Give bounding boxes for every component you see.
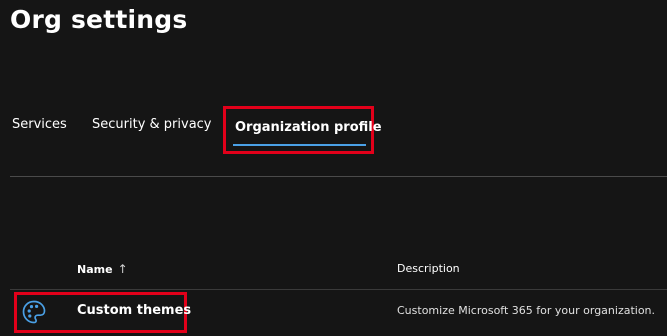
- tab-security-privacy[interactable]: Security & privacy: [92, 106, 212, 154]
- tab-organization-profile[interactable]: Organization profile: [223, 106, 382, 154]
- column-header-name[interactable]: Name ↑: [77, 260, 128, 279]
- org-settings-page: Org settings Services Security & privacy…: [0, 0, 667, 336]
- tab-organization-profile-label: Organization profile: [235, 120, 382, 135]
- row-description: Customize Microsoft 365 for your organiz…: [397, 304, 656, 317]
- settings-tabs: Services Security & privacy Organization…: [0, 106, 667, 154]
- header-row-divider: [10, 289, 667, 290]
- palette-icon: [22, 300, 46, 324]
- arrow-up-icon: ↑: [117, 262, 128, 276]
- row-name-custom-themes[interactable]: Custom themes: [77, 302, 191, 320]
- tab-services[interactable]: Services: [12, 106, 67, 154]
- tabs-divider: [10, 176, 667, 177]
- column-header-name-label: Name: [77, 263, 113, 276]
- selected-tab-indicator: [233, 144, 366, 146]
- column-header-description: Description: [397, 262, 460, 275]
- page-title: Org settings: [10, 5, 188, 34]
- table-row[interactable]: Custom themes Customize Microsoft 365 fo…: [14, 292, 667, 336]
